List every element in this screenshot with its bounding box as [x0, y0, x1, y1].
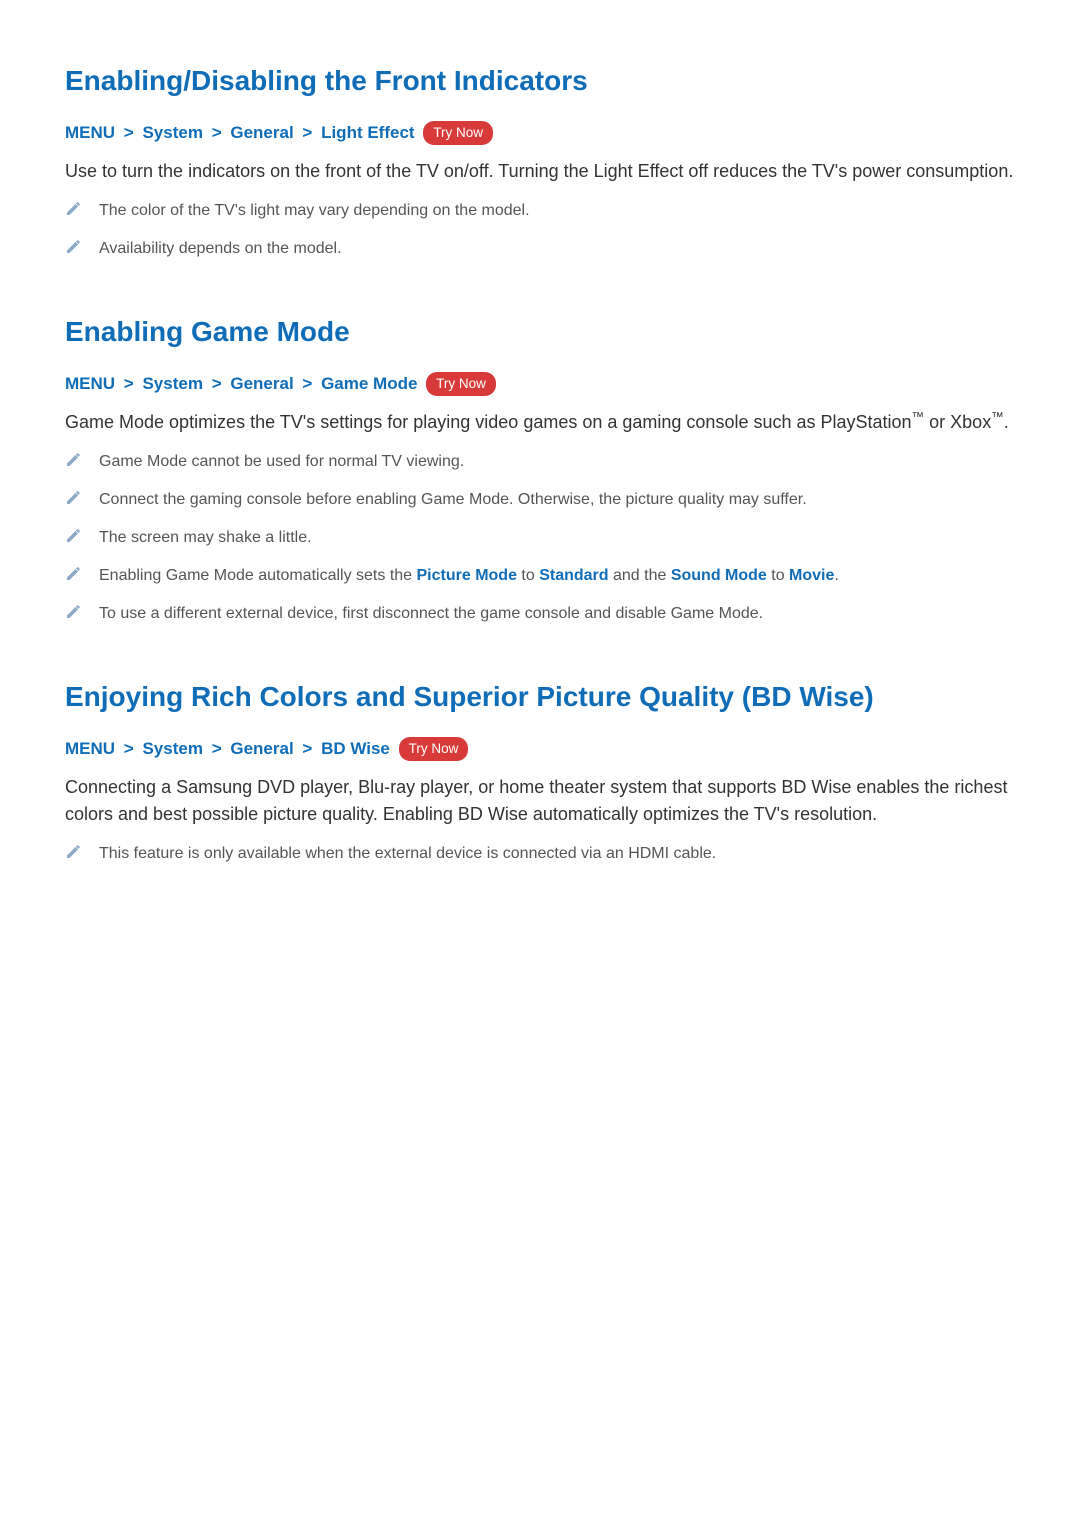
chevron-right-icon: >	[298, 739, 316, 758]
note-item: The screen may shake a little.	[65, 526, 1015, 550]
pencil-icon	[65, 239, 81, 255]
breadcrumb-item[interactable]: Game Mode	[321, 374, 417, 393]
section-body: Game Mode optimizes the TV's settings fo…	[65, 408, 1015, 436]
chevron-right-icon: >	[208, 123, 226, 142]
note-item: To use a different external device, firs…	[65, 602, 1015, 626]
section-title: Enabling Game Mode	[65, 311, 1015, 353]
note-item: Enabling Game Mode automatically sets th…	[65, 564, 1015, 588]
breadcrumb-item[interactable]: System	[142, 123, 202, 142]
breadcrumb: MENU > System > General > Game Mode Try …	[65, 371, 1015, 397]
chevron-right-icon: >	[208, 374, 226, 393]
breadcrumb-item[interactable]: MENU	[65, 123, 115, 142]
inline-term: Standard	[539, 567, 608, 584]
note-list: This feature is only available when the …	[65, 842, 1015, 866]
breadcrumb: MENU > System > General > BD Wise Try No…	[65, 736, 1015, 762]
breadcrumb-item[interactable]: MENU	[65, 374, 115, 393]
breadcrumb-item[interactable]: BD Wise	[321, 739, 390, 758]
note-item: Connect the gaming console before enabli…	[65, 488, 1015, 512]
pencil-icon	[65, 566, 81, 582]
breadcrumb-item[interactable]: System	[142, 374, 202, 393]
note-list: Game Mode cannot be used for normal TV v…	[65, 450, 1015, 626]
doc-section: Enabling Game Mode MENU > System > Genera…	[65, 311, 1015, 627]
try-now-button[interactable]: Try Now	[399, 737, 469, 761]
chevron-right-icon: >	[120, 374, 138, 393]
try-now-button[interactable]: Try Now	[426, 372, 496, 396]
note-item: The color of the TV's light may vary dep…	[65, 199, 1015, 223]
chevron-right-icon: >	[208, 739, 226, 758]
note-item: Game Mode cannot be used for normal TV v…	[65, 450, 1015, 474]
try-now-button[interactable]: Try Now	[423, 121, 493, 145]
note-item: This feature is only available when the …	[65, 842, 1015, 866]
pencil-icon	[65, 528, 81, 544]
section-title: Enjoying Rich Colors and Superior Pictur…	[65, 676, 1015, 718]
breadcrumb: MENU > System > General > Light Effect T…	[65, 120, 1015, 146]
pencil-icon	[65, 604, 81, 620]
breadcrumb-item[interactable]: MENU	[65, 739, 115, 758]
breadcrumb-item[interactable]: General	[230, 123, 293, 142]
section-title: Enabling/Disabling the Front Indicators	[65, 60, 1015, 102]
chevron-right-icon: >	[298, 123, 316, 142]
pencil-icon	[65, 452, 81, 468]
note-item: Availability depends on the model.	[65, 237, 1015, 261]
pencil-icon	[65, 201, 81, 217]
doc-section: Enabling/Disabling the Front Indicators M…	[65, 60, 1015, 261]
chevron-right-icon: >	[298, 374, 316, 393]
pencil-icon	[65, 844, 81, 860]
note-list: The color of the TV's light may vary dep…	[65, 199, 1015, 261]
inline-term: Sound Mode	[671, 567, 767, 584]
chevron-right-icon: >	[120, 739, 138, 758]
inline-term: Picture Mode	[417, 567, 517, 584]
breadcrumb-item[interactable]: General	[230, 374, 293, 393]
section-body: Connecting a Samsung DVD player, Blu-ray…	[65, 774, 1015, 828]
inline-term: Movie	[789, 567, 834, 584]
pencil-icon	[65, 490, 81, 506]
section-body: Use to turn the indicators on the front …	[65, 158, 1015, 185]
chevron-right-icon: >	[120, 123, 138, 142]
breadcrumb-item[interactable]: General	[230, 739, 293, 758]
breadcrumb-item[interactable]: System	[142, 739, 202, 758]
doc-section: Enjoying Rich Colors and Superior Pictur…	[65, 676, 1015, 866]
breadcrumb-item[interactable]: Light Effect	[321, 123, 415, 142]
